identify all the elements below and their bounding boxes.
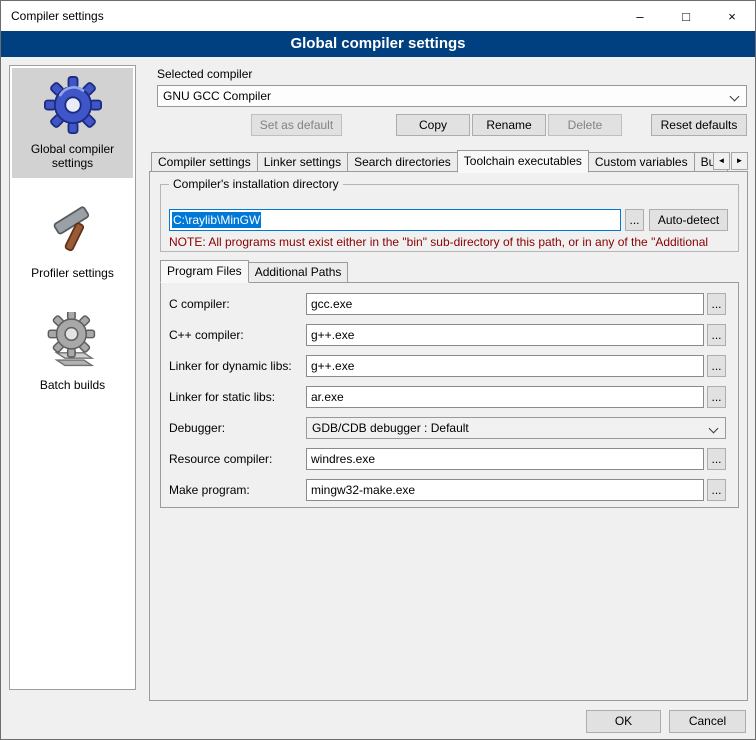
linker-dynamic-row: Linker for dynamic libs: g++.exe ... (161, 355, 738, 377)
minimize-icon[interactable]: – (617, 1, 663, 31)
window-controls: – □ × (617, 1, 755, 31)
installation-directory-legend: Compiler's installation directory (169, 177, 343, 191)
resource-compiler-input[interactable]: windres.exe (306, 448, 704, 470)
set-as-default-button[interactable]: Set as default (251, 114, 342, 136)
debugger-row: Debugger: GDB/CDB debugger : Default (161, 417, 738, 439)
toolchain-executables-panel: Compiler's installation directory C:\ray… (149, 171, 748, 701)
blue-gear-icon (14, 76, 131, 134)
title-bar: Compiler settings – □ × (1, 1, 755, 31)
close-icon[interactable]: × (709, 1, 755, 31)
installation-directory-group: Compiler's installation directory C:\ray… (160, 184, 739, 252)
subtab-program-files[interactable]: Program Files (160, 260, 249, 283)
install-dir-input[interactable]: C:\raylib\MinGW (169, 209, 621, 231)
sidebar-item-global-compiler-settings[interactable]: Global compiler settings (12, 68, 133, 178)
linker-dynamic-input[interactable]: g++.exe (306, 355, 704, 377)
linker-static-label: Linker for static libs: (169, 390, 275, 404)
program-files-panel: C compiler: gcc.exe ... C++ compiler: g+… (160, 282, 739, 508)
tab-scroll-buttons: ◄ ► (712, 152, 748, 170)
rename-button[interactable]: Rename (472, 114, 546, 136)
gray-gear-stack-icon (14, 312, 131, 370)
tab-custom-variables[interactable]: Custom variables (588, 152, 695, 172)
resource-compiler-browse-button[interactable]: ... (707, 448, 726, 470)
chevron-down-icon (730, 92, 740, 102)
linker-dynamic-browse-button[interactable]: ... (707, 355, 726, 377)
cpp-compiler-browse-button[interactable]: ... (707, 324, 726, 346)
tab-toolchain-executables[interactable]: Toolchain executables (457, 150, 589, 173)
make-program-input[interactable]: mingw32-make.exe (306, 479, 704, 501)
cancel-button[interactable]: Cancel (669, 710, 746, 733)
c-compiler-browse-button[interactable]: ... (707, 293, 726, 315)
c-compiler-row: C compiler: gcc.exe ... (161, 293, 738, 315)
cpp-compiler-row: C++ compiler: g++.exe ... (161, 324, 738, 346)
install-dir-browse-button[interactable]: ... (625, 209, 644, 231)
linker-static-input[interactable]: ar.exe (306, 386, 704, 408)
make-program-browse-button[interactable]: ... (707, 479, 726, 501)
debugger-label: Debugger: (169, 421, 225, 435)
maximize-icon[interactable]: □ (663, 1, 709, 31)
sidebar-item-label: Profiler settings (14, 266, 131, 280)
bin-subdirectory-note: NOTE: All programs must exist either in … (169, 235, 749, 249)
selected-compiler-label: Selected compiler (157, 67, 252, 81)
cpp-compiler-label: C++ compiler: (169, 328, 244, 342)
linker-dynamic-label: Linker for dynamic libs: (169, 359, 292, 373)
resource-compiler-row: Resource compiler: windres.exe ... (161, 448, 738, 470)
c-compiler-input[interactable]: gcc.exe (306, 293, 704, 315)
tab-scroll-left-icon[interactable]: ◄ (713, 152, 730, 170)
reset-defaults-button[interactable]: Reset defaults (651, 114, 747, 136)
resource-compiler-label: Resource compiler: (169, 452, 272, 466)
dialog-banner: Global compiler settings (1, 31, 755, 57)
c-compiler-label: C compiler: (169, 297, 230, 311)
selected-compiler-value: GNU GCC Compiler (163, 89, 271, 103)
selected-compiler-dropdown[interactable]: GNU GCC Compiler (157, 85, 747, 107)
debugger-dropdown[interactable]: GDB/CDB debugger : Default (306, 417, 726, 439)
tab-scroll-right-icon[interactable]: ► (731, 152, 748, 170)
copy-button[interactable]: Copy (396, 114, 470, 136)
subtab-additional-paths[interactable]: Additional Paths (248, 262, 349, 282)
compiler-settings-dialog: Compiler settings – □ × Global compiler … (0, 0, 756, 740)
linker-static-browse-button[interactable]: ... (707, 386, 726, 408)
sidebar-item-profiler-settings[interactable]: Profiler settings (12, 194, 133, 288)
delete-button[interactable]: Delete (548, 114, 622, 136)
sidebar-item-label: Global compiler settings (14, 142, 131, 170)
ok-button[interactable]: OK (586, 710, 661, 733)
auto-detect-button[interactable]: Auto-detect (649, 209, 728, 231)
linker-static-row: Linker for static libs: ar.exe ... (161, 386, 738, 408)
tab-compiler-settings[interactable]: Compiler settings (151, 152, 258, 172)
hammer-icon (14, 202, 131, 258)
tab-linker-settings[interactable]: Linker settings (257, 152, 348, 172)
sidebar-item-batch-builds[interactable]: Batch builds (12, 304, 133, 400)
cpp-compiler-input[interactable]: g++.exe (306, 324, 704, 346)
debugger-value: GDB/CDB debugger : Default (312, 421, 469, 435)
settings-tab-bar: Compiler settings Linker settings Search… (151, 150, 748, 172)
chevron-down-icon (709, 424, 719, 434)
sidebar-item-label: Batch builds (14, 378, 131, 392)
settings-category-sidebar: Global compiler settings Profiler settin… (9, 65, 136, 690)
program-files-tab-bar: Program Files Additional Paths (160, 260, 347, 282)
make-program-row: Make program: mingw32-make.exe ... (161, 479, 738, 501)
make-program-label: Make program: (169, 483, 250, 497)
window-title: Compiler settings (1, 9, 104, 23)
tab-search-directories[interactable]: Search directories (347, 152, 458, 172)
install-dir-selected-text: C:\raylib\MinGW (172, 212, 261, 228)
